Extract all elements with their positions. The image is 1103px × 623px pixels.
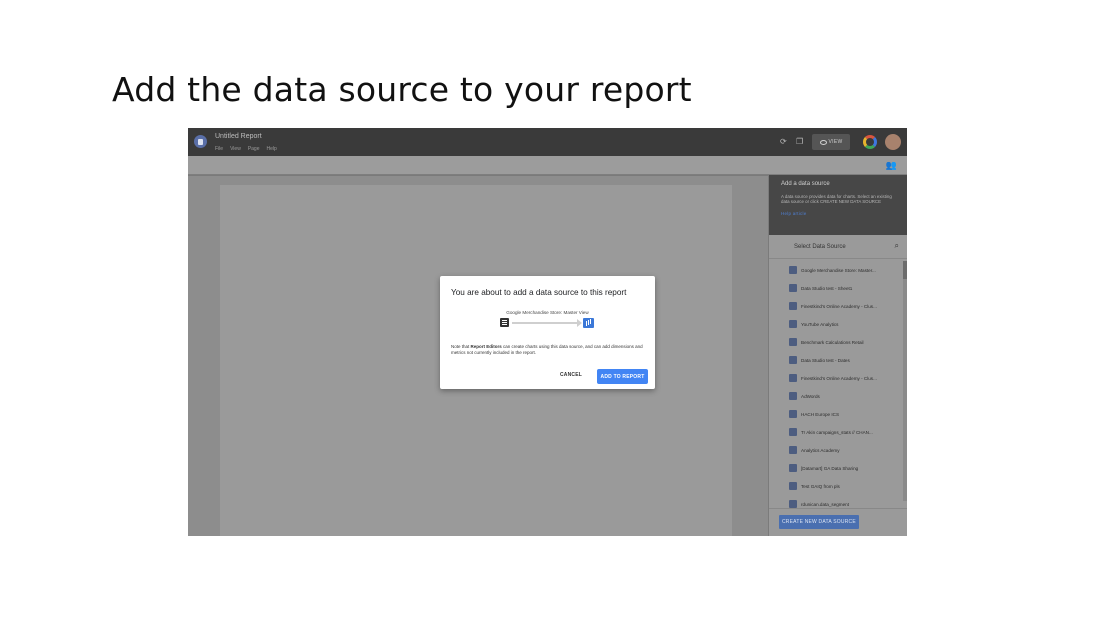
- list-item-label: YouTube Analytics: [801, 321, 839, 327]
- scrollbar-track[interactable]: [903, 261, 907, 501]
- list-item-label: [Datamart] GA Data Sharing: [801, 465, 859, 471]
- copy-icon[interactable]: ❐: [796, 137, 803, 147]
- list-item-label: Benchmark Calculations Retail: [801, 339, 864, 345]
- list-item[interactable]: Google Merchandise Store: Master...: [769, 261, 899, 279]
- list-item[interactable]: Test GAIQ from pls: [769, 477, 899, 495]
- list-item-label: Data Studio test - Sheet1: [801, 285, 853, 291]
- list-item-label: AdWords: [801, 393, 820, 399]
- add-to-report-label: ADD TO REPORT: [600, 373, 645, 380]
- list-item[interactable]: Benchmark Calculations Retail: [769, 333, 899, 351]
- list-item[interactable]: Finestkind's Online Academy - Clus...: [769, 369, 899, 387]
- panel-footer: CREATE NEW DATA SOURCE: [769, 508, 907, 536]
- view-button[interactable]: VIEW: [812, 134, 850, 150]
- create-data-source-label: CREATE NEW DATA SOURCE: [782, 519, 856, 525]
- list-item[interactable]: AdWords: [769, 387, 899, 405]
- google-icon[interactable]: [863, 135, 877, 149]
- menu-page[interactable]: Page: [248, 146, 260, 152]
- list-item-label: HACH Europe ICS: [801, 411, 840, 417]
- data-source-icon: [789, 482, 797, 490]
- note-bold: Report Editors: [470, 344, 502, 349]
- list-item-label: Data Studio test - Dates: [801, 357, 850, 363]
- data-source-icon: [789, 338, 797, 346]
- list-item-label: Finestkind's Online Academy - Clus...: [801, 375, 877, 381]
- divider: [188, 175, 768, 176]
- list-item[interactable]: Analytics Academy: [769, 441, 899, 459]
- arrow-right-icon: [512, 319, 582, 327]
- list-item-label: Finestkind's Online Academy - Clus...: [801, 303, 877, 309]
- list-item[interactable]: Data Studio test - Dates: [769, 351, 899, 369]
- cancel-button[interactable]: CANCEL: [560, 372, 582, 378]
- data-source-panel: Add a data source A data source provides…: [768, 175, 907, 536]
- create-data-source-button[interactable]: CREATE NEW DATA SOURCE: [779, 515, 859, 529]
- report-chart-icon: [583, 318, 594, 328]
- data-source-icon: [789, 374, 797, 382]
- data-studio-logo-icon: [194, 135, 207, 148]
- data-source-icon: [789, 410, 797, 418]
- data-source-icon: [789, 392, 797, 400]
- data-source-icon: [789, 266, 797, 274]
- note-prefix: Note that: [451, 344, 471, 349]
- list-item-label: Test GAIQ from pls: [801, 483, 840, 489]
- dialog-note: Note that Report Editors can create char…: [451, 344, 647, 355]
- list-item-label: rdunican.data_segment: [801, 501, 850, 507]
- menu-help[interactable]: Help: [267, 146, 277, 152]
- list-item[interactable]: Data Studio test - Sheet1: [769, 279, 899, 297]
- list-item-label: Analytics Academy: [801, 447, 840, 453]
- add-data-source-dialog: You are about to add a data source to th…: [440, 276, 655, 389]
- list-item[interactable]: YouTube Analytics: [769, 315, 899, 333]
- menu-view[interactable]: View: [230, 146, 241, 152]
- data-source-icon: [789, 446, 797, 454]
- menu-file[interactable]: File: [215, 146, 223, 152]
- data-source-icon: [500, 318, 509, 327]
- data-source-icon: [789, 356, 797, 364]
- panel-info-text: A data source provides data for charts. …: [781, 194, 892, 204]
- data-source-icon: [789, 500, 797, 508]
- panel-heading: Select Data Source: [794, 243, 846, 250]
- data-source-icon: [789, 302, 797, 310]
- avatar[interactable]: [885, 134, 901, 150]
- screenshot: Untitled Report File View Page Help ⟳ ❐ …: [188, 128, 907, 536]
- data-source-icon: [789, 284, 797, 292]
- report-title[interactable]: Untitled Report: [215, 133, 262, 140]
- panel-info-title: Add a data source: [781, 181, 830, 187]
- refresh-icon[interactable]: ⟳: [780, 137, 787, 147]
- search-icon[interactable]: ⌕: [895, 241, 899, 251]
- panel-info: Add a data source A data source provides…: [769, 175, 907, 235]
- list-item-label: Google Merchandise Store: Master...: [801, 267, 876, 273]
- data-source-icon: [789, 464, 797, 472]
- eye-icon: [819, 139, 827, 145]
- scrollbar-thumb[interactable]: [903, 261, 907, 279]
- panel-header: Select Data Source ⌕: [769, 235, 907, 259]
- list-item-label: Tr Akin campaigns_stats // CHAN...: [801, 429, 873, 435]
- list-item[interactable]: HACH Europe ICS: [769, 405, 899, 423]
- data-source-icon: [789, 428, 797, 436]
- add-to-report-button[interactable]: ADD TO REPORT: [597, 369, 648, 384]
- menu-bar: File View Page Help: [215, 146, 277, 152]
- view-label: VIEW: [828, 139, 843, 145]
- dialog-source-name: Google Merchandise Store: Master View: [506, 310, 589, 315]
- dialog-title: You are about to add a data source to th…: [451, 288, 627, 297]
- list-item[interactable]: Tr Akin campaigns_stats // CHAN...: [769, 423, 899, 441]
- slide-title: Add the data source to your report: [112, 70, 692, 109]
- list-item[interactable]: Finestkind's Online Academy - Clus...: [769, 297, 899, 315]
- toolbar: 👥: [188, 156, 907, 175]
- data-source-icon: [789, 320, 797, 328]
- top-bar: Untitled Report File View Page Help ⟳ ❐ …: [188, 128, 907, 156]
- add-person-icon[interactable]: 👥: [886, 160, 897, 171]
- list-item[interactable]: [Datamart] GA Data Sharing: [769, 459, 899, 477]
- data-source-list: Google Merchandise Store: Master... Data…: [769, 261, 899, 513]
- help-link[interactable]: Help article: [781, 211, 896, 216]
